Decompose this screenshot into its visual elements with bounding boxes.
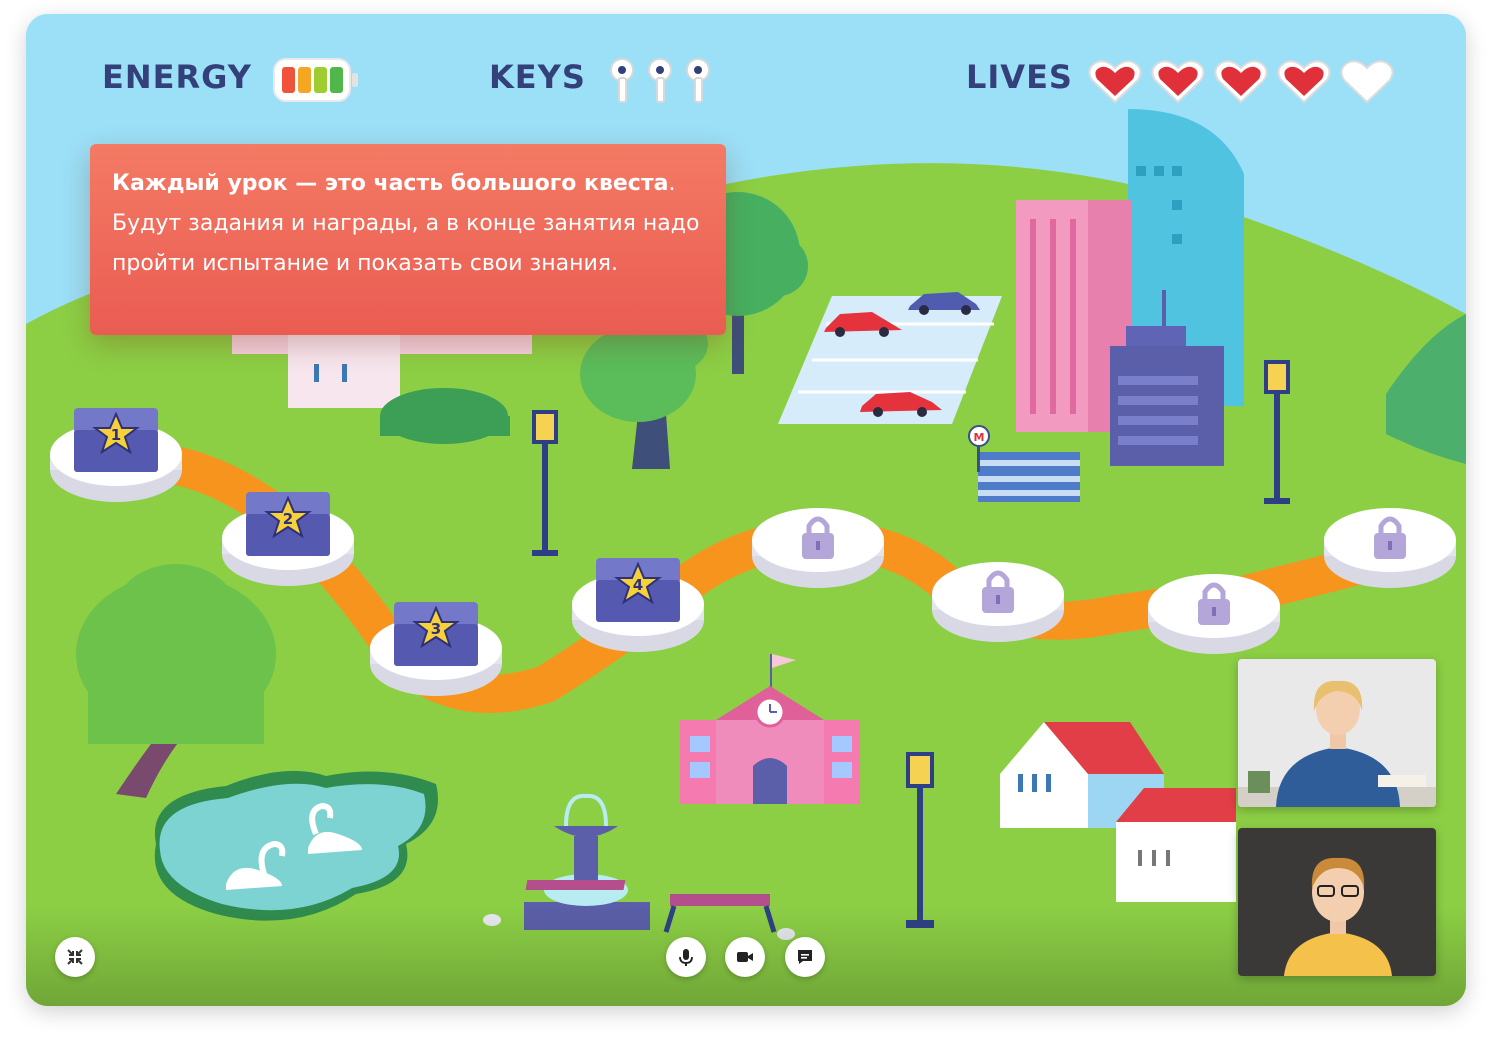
tip-text: Будут задания и награды, а в конце занят…	[112, 211, 700, 276]
level-node	[752, 508, 884, 588]
key-icon	[610, 58, 634, 103]
chat-bubble-icon	[798, 950, 812, 964]
quest-tip-card: Каждый урок — это часть большого квеста.…	[90, 144, 726, 335]
heart-empty-icon	[1340, 60, 1394, 104]
microphone-icon	[679, 949, 693, 966]
keys-label: KEYS	[489, 58, 586, 96]
tip-period: .	[668, 171, 676, 196]
teacher-avatar	[1238, 659, 1436, 807]
level-node	[1148, 574, 1280, 654]
lives-label: LIVES	[966, 58, 1073, 96]
tip-bold-text: Каждый урок — это часть большого квеста	[112, 171, 669, 196]
exit-fullscreen-button[interactable]	[55, 937, 95, 977]
energy-cell	[314, 67, 327, 93]
camera-button[interactable]	[725, 937, 765, 977]
energy-cell	[282, 67, 295, 93]
key-icon	[648, 58, 672, 103]
key-icon	[686, 58, 710, 103]
level-number: 3	[431, 620, 441, 638]
student-video-tile[interactable]	[1238, 828, 1436, 976]
level-node	[932, 562, 1064, 642]
teacher-video-tile[interactable]	[1238, 659, 1436, 807]
lives-hearts	[1088, 60, 1394, 104]
energy-label: ENERGY	[102, 58, 252, 96]
heart-full-icon	[1214, 60, 1268, 104]
level-number: 2	[283, 510, 293, 528]
heart-full-icon	[1277, 60, 1331, 104]
metro-sign-text: M	[974, 431, 985, 444]
house-2	[1116, 788, 1236, 902]
energy-battery-icon	[273, 58, 358, 102]
student-avatar	[1238, 828, 1436, 976]
level-number: 1	[111, 426, 121, 444]
collapse-arrows-icon	[67, 949, 83, 965]
level-node	[1324, 508, 1456, 588]
energy-cell	[330, 67, 343, 93]
microphone-button[interactable]	[666, 937, 706, 977]
game-screen: M 1 2 3 4 ENERGY KEYS LIVES Каждый урок …	[26, 14, 1466, 1006]
video-camera-icon	[737, 952, 753, 962]
keys-collection	[610, 58, 710, 103]
level-number: 4	[633, 576, 643, 594]
energy-cell	[298, 67, 311, 93]
chat-button[interactable]	[785, 937, 825, 977]
heart-full-icon	[1088, 60, 1142, 104]
heart-full-icon	[1151, 60, 1205, 104]
